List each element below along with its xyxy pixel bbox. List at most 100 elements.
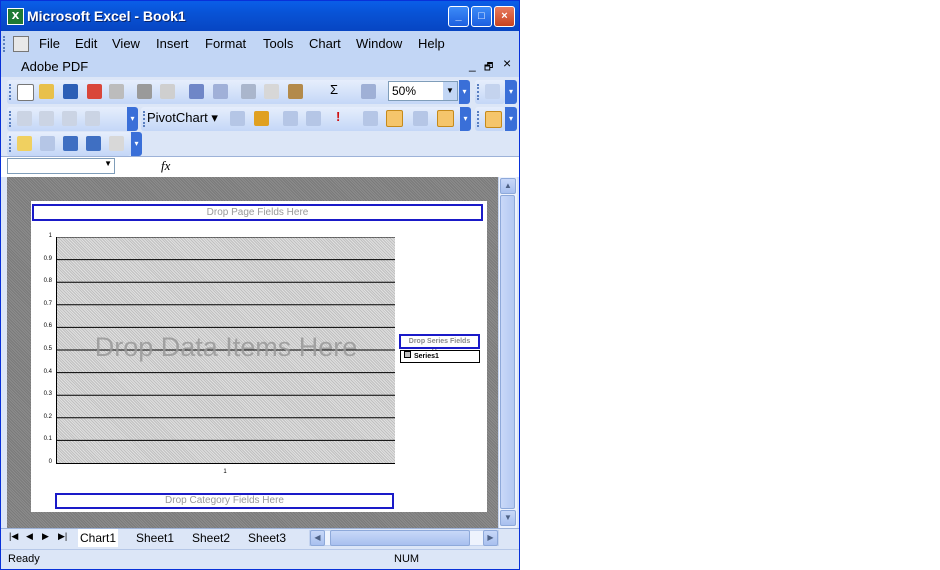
chart-wizard-icon[interactable] xyxy=(254,111,269,126)
scroll-right-button[interactable]: ▶ xyxy=(483,530,498,546)
copy-icon[interactable] xyxy=(264,84,279,99)
cut-icon[interactable] xyxy=(241,84,256,99)
data-items-dropzone[interactable]: Drop Data Items Here xyxy=(57,332,395,363)
excel-window: X Microsoft Excel - Book1 _ □ × File Edi… xyxy=(0,0,520,570)
menu-tools[interactable]: Tools xyxy=(263,36,293,51)
field-settings-icon[interactable] xyxy=(363,111,378,126)
plot-area[interactable]: Drop Data Items Here xyxy=(56,237,395,464)
extra-toolbar xyxy=(475,107,505,131)
toolbar-options-chevron[interactable]: ▾ xyxy=(459,80,470,104)
data-table-icon[interactable] xyxy=(85,111,100,126)
menu-file[interactable]: File xyxy=(39,36,60,51)
toolbar-grip[interactable] xyxy=(477,84,481,100)
scroll-thumb[interactable] xyxy=(500,195,515,509)
doc-restore-button[interactable]: 🗗 xyxy=(484,60,493,77)
refresh-data-icon[interactable]: ! xyxy=(336,109,351,124)
series-fields-dropzone[interactable]: Drop Series Fields Here xyxy=(399,334,480,356)
next-sheet-button[interactable]: ▶ xyxy=(42,531,49,542)
legend[interactable]: Series1 xyxy=(400,350,480,363)
show-detail-icon[interactable] xyxy=(306,111,321,126)
menu-insert[interactable]: Insert xyxy=(156,36,189,51)
y-tick-label: 0.4 xyxy=(43,368,52,375)
horizontal-scroll-thumb[interactable] xyxy=(330,530,470,546)
toolbar-grip[interactable] xyxy=(9,84,13,100)
shape-icon[interactable] xyxy=(63,136,78,151)
name-box[interactable]: ▼ xyxy=(7,158,115,174)
tab-sheet2[interactable]: Sheet2 xyxy=(192,529,230,547)
minimize-button[interactable]: _ xyxy=(448,6,469,27)
toolbar-grip[interactable] xyxy=(477,111,481,127)
close-button[interactable]: × xyxy=(494,6,515,27)
toolbar-options-chevron[interactable]: ▾ xyxy=(505,107,517,131)
print-icon[interactable] xyxy=(137,84,152,99)
research-icon[interactable] xyxy=(213,84,228,99)
paste-icon[interactable] xyxy=(288,84,303,99)
menu-view[interactable]: View xyxy=(112,36,140,51)
toolbar-options-chevron[interactable]: ▾ xyxy=(460,107,471,131)
zoom-dropdown[interactable]: 50% ▼ xyxy=(388,81,458,101)
list-icon[interactable] xyxy=(485,111,502,128)
pivotchart-menu-button[interactable]: PivotChart ▾ xyxy=(147,110,218,126)
drawing-toolbar xyxy=(7,132,131,156)
connector-icon[interactable] xyxy=(40,136,55,151)
chevron-down-icon[interactable]: ▼ xyxy=(104,159,112,168)
menu-help[interactable]: Help xyxy=(418,36,445,51)
chart-object-icon[interactable] xyxy=(17,111,32,126)
text-box-icon[interactable] xyxy=(109,136,124,151)
excel-icon[interactable]: X xyxy=(7,8,24,25)
tab-chart1[interactable]: Chart1 xyxy=(78,529,119,547)
toolbar-options-chevron[interactable]: ▾ xyxy=(505,80,517,104)
first-sheet-button[interactable]: |◀ xyxy=(9,531,18,542)
last-sheet-button[interactable]: ▶| xyxy=(58,531,67,542)
workbook-icon[interactable] xyxy=(13,36,29,52)
y-tick-label: 0.3 xyxy=(43,391,52,398)
toolbar-options-chevron[interactable]: ▾ xyxy=(127,107,138,131)
email-icon[interactable] xyxy=(109,84,124,99)
maximize-button[interactable]: □ xyxy=(471,6,492,27)
pivot-options-icon[interactable] xyxy=(413,111,428,126)
new-icon[interactable] xyxy=(17,84,34,101)
scroll-left-button[interactable]: ◀ xyxy=(310,530,325,546)
save-icon[interactable] xyxy=(63,84,78,99)
sort-ascending-icon[interactable] xyxy=(361,84,376,99)
menu-adobe-pdf[interactable]: Adobe PDF xyxy=(21,59,88,74)
tab-sheet1[interactable]: Sheet1 xyxy=(136,529,174,547)
vertical-scrollbar[interactable]: ▲ ▼ xyxy=(498,177,517,528)
y-tick-label: 0.6 xyxy=(43,323,52,330)
format-report-icon[interactable] xyxy=(230,111,245,126)
page-fields-dropzone[interactable]: Drop Page Fields Here xyxy=(32,204,483,221)
open-icon[interactable] xyxy=(39,84,54,99)
doc-minimize-button[interactable]: _ xyxy=(469,58,476,72)
shape-icon[interactable] xyxy=(86,136,101,151)
print-preview-icon[interactable] xyxy=(160,84,175,99)
menu-chart[interactable]: Chart xyxy=(309,36,341,51)
horizontal-scrollbar[interactable]: ◀ ▶ xyxy=(309,530,499,546)
autosum-icon[interactable]: Σ xyxy=(330,82,345,97)
toolbar-grip[interactable] xyxy=(9,111,13,127)
legend-icon[interactable] xyxy=(62,111,77,126)
spelling-icon[interactable] xyxy=(189,84,204,99)
toolbar-options-chevron[interactable]: ▾ xyxy=(131,132,142,156)
doc-close-button[interactable]: × xyxy=(503,55,511,71)
field-list-toggle-icon[interactable] xyxy=(437,110,454,127)
y-tick-label: 0.9 xyxy=(43,255,52,262)
scroll-down-button[interactable]: ▼ xyxy=(500,510,516,526)
menu-grip[interactable] xyxy=(3,36,7,52)
hide-detail-icon[interactable] xyxy=(283,111,298,126)
chevron-down-icon[interactable]: ▼ xyxy=(443,82,457,100)
scroll-up-button[interactable]: ▲ xyxy=(500,178,516,194)
show-field-list-icon[interactable] xyxy=(386,110,403,127)
menu-edit[interactable]: Edit xyxy=(75,36,97,51)
menu-format[interactable]: Format xyxy=(205,36,246,51)
chart-type-icon[interactable] xyxy=(39,111,54,126)
tab-sheet3[interactable]: Sheet3 xyxy=(248,529,286,547)
new-comment-icon[interactable] xyxy=(17,136,32,151)
category-fields-dropzone[interactable]: Drop Category Fields Here xyxy=(55,493,394,509)
insert-function-icon[interactable]: fx xyxy=(161,158,170,174)
y-tick-label: 0.5 xyxy=(43,346,52,352)
align-icon[interactable] xyxy=(485,84,500,99)
menu-window[interactable]: Window xyxy=(356,36,402,51)
previous-sheet-button[interactable]: ◀ xyxy=(26,531,33,542)
permission-icon[interactable] xyxy=(87,84,102,99)
toolbar-grip[interactable] xyxy=(9,136,13,152)
